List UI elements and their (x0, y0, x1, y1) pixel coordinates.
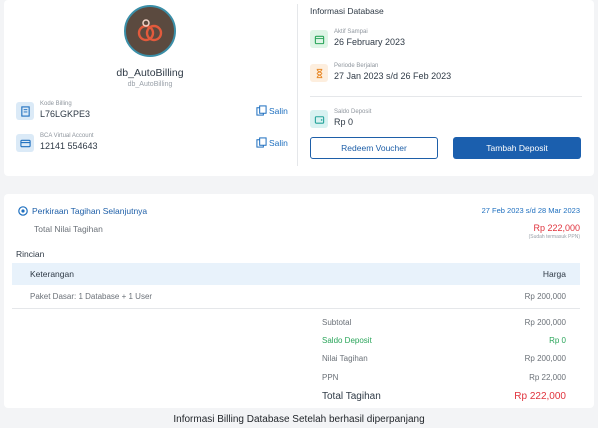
period-value: 27 Jan 2023 s/d 26 Feb 2023 (334, 71, 452, 81)
tambah-deposit-button[interactable]: Tambah Deposit (453, 137, 581, 159)
divider (310, 96, 582, 97)
grand-total-label: Total Tagihan (322, 391, 381, 402)
active-until-value: 26 February 2023 (334, 37, 406, 47)
summary-value: Rp 0 (549, 336, 566, 345)
kode-billing-row: Kode Billing L76LGKPE3 (16, 101, 296, 122)
rincian-label: Rincian (16, 249, 45, 259)
wallet-icon (310, 110, 328, 128)
virtual-account-value: 12141 554643 (40, 141, 98, 151)
divider (12, 308, 580, 309)
billing-title: Perkiraan Tagihan Selanjutnya (32, 206, 148, 216)
active-until-row: Aktif Sampai 26 February 2023 (310, 29, 510, 50)
virtual-account-label: BCA Virtual Account (40, 133, 94, 139)
redeem-voucher-button[interactable]: Redeem Voucher (310, 137, 438, 159)
billing-estimate-card: Perkiraan Tagihan Selanjutnya 27 Feb 202… (4, 194, 594, 408)
total-nilai-label: Total Nilai Tagihan (34, 224, 103, 234)
calendar-icon (310, 30, 328, 48)
period-label: Periode Berjalan (334, 63, 379, 69)
copy-icon (256, 105, 267, 116)
copy-kode-billing-button[interactable]: Salin (256, 105, 288, 116)
table-header (12, 263, 580, 285)
summary-label: Nilai Tagihan (322, 354, 368, 363)
database-info-title: Informasi Database (310, 6, 384, 16)
copy-label: Salin (269, 137, 288, 148)
kode-billing-value: L76LGKPE3 (40, 109, 91, 119)
billing-date-range: 27 Feb 2023 s/d 28 Mar 2023 (481, 206, 580, 215)
active-until-label: Aktif Sampai (334, 29, 368, 35)
summary-value: Rp 22,000 (529, 373, 566, 382)
kode-billing-label: Kode Billing (40, 101, 72, 107)
total-nilai-value: Rp 222,000 (533, 223, 580, 233)
item-price: Rp 200,000 (524, 292, 566, 301)
copy-label: Salin (269, 105, 288, 116)
deposit-value: Rp 0 (334, 117, 354, 127)
grand-total-value: Rp 222,000 (514, 391, 566, 402)
summary-value: Rp 200,000 (524, 354, 566, 363)
copy-virtual-account-button[interactable]: Salin (256, 137, 288, 148)
vertical-divider (297, 4, 298, 166)
deposit-row: Saldo Deposit Rp 0 (310, 109, 510, 130)
receipt-icon (16, 102, 34, 120)
summary-label: PPN (322, 373, 339, 382)
card-icon (16, 134, 34, 152)
virtual-account-row: BCA Virtual Account 12141 554643 (16, 133, 296, 154)
item-description: Paket Dasar: 1 Database + 1 User (30, 292, 153, 301)
database-subname: db_AutoBilling (127, 81, 173, 88)
rings-icon (137, 19, 163, 42)
total-nilai-note: (Sudah termasuk PPN) (528, 234, 580, 240)
hourglass-icon (310, 64, 328, 82)
clock-icon (18, 206, 28, 216)
period-row: Periode Berjalan 27 Jan 2023 s/d 26 Feb … (310, 63, 510, 84)
copy-icon (256, 137, 267, 148)
column-harga: Harga (542, 269, 566, 279)
deposit-label: Saldo Deposit (334, 109, 372, 115)
database-name: db_AutoBilling (116, 67, 184, 79)
summary-label: Subtotal (322, 318, 352, 327)
summary-label: Saldo Deposit (322, 336, 372, 345)
database-summary-card: db_AutoBilling db_AutoBilling Kode Billi… (4, 0, 594, 176)
avatar (124, 5, 176, 57)
caption: Informasi Billing Database Setelah berha… (173, 414, 425, 425)
column-keterangan: Keterangan (30, 269, 74, 279)
summary-value: Rp 200,000 (524, 318, 566, 327)
